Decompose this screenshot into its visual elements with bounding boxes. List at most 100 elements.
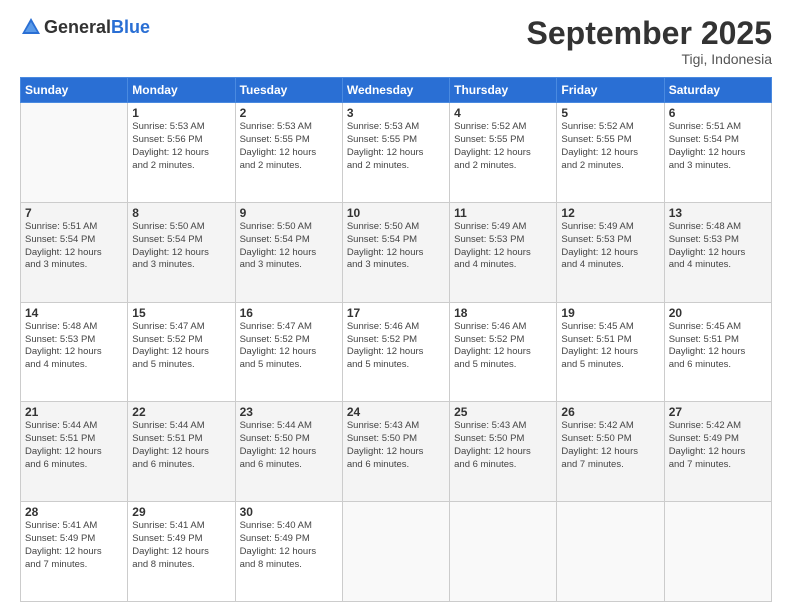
- day-number: 19: [561, 306, 659, 320]
- day-info: Sunrise: 5:44 AMSunset: 5:51 PMDaylight:…: [132, 420, 230, 471]
- table-row: 29Sunrise: 5:41 AMSunset: 5:49 PMDayligh…: [128, 502, 235, 602]
- col-saturday: Saturday: [664, 78, 771, 103]
- day-number: 25: [454, 405, 552, 419]
- table-row: 15Sunrise: 5:47 AMSunset: 5:52 PMDayligh…: [128, 302, 235, 402]
- day-info: Sunrise: 5:50 AMSunset: 5:54 PMDaylight:…: [240, 221, 338, 272]
- day-info: Sunrise: 5:41 AMSunset: 5:49 PMDaylight:…: [25, 520, 123, 571]
- day-info: Sunrise: 5:53 AMSunset: 5:55 PMDaylight:…: [347, 121, 445, 172]
- day-number: 6: [669, 106, 767, 120]
- day-info: Sunrise: 5:49 AMSunset: 5:53 PMDaylight:…: [454, 221, 552, 272]
- table-row: 8Sunrise: 5:50 AMSunset: 5:54 PMDaylight…: [128, 202, 235, 302]
- day-number: 18: [454, 306, 552, 320]
- day-number: 3: [347, 106, 445, 120]
- table-row: [664, 502, 771, 602]
- table-row: 7Sunrise: 5:51 AMSunset: 5:54 PMDaylight…: [21, 202, 128, 302]
- day-info: Sunrise: 5:45 AMSunset: 5:51 PMDaylight:…: [561, 321, 659, 372]
- location: Tigi, Indonesia: [527, 51, 772, 67]
- day-number: 22: [132, 405, 230, 419]
- day-info: Sunrise: 5:50 AMSunset: 5:54 PMDaylight:…: [347, 221, 445, 272]
- calendar-week-row: 14Sunrise: 5:48 AMSunset: 5:53 PMDayligh…: [21, 302, 772, 402]
- day-number: 13: [669, 206, 767, 220]
- day-info: Sunrise: 5:47 AMSunset: 5:52 PMDaylight:…: [240, 321, 338, 372]
- day-info: Sunrise: 5:43 AMSunset: 5:50 PMDaylight:…: [347, 420, 445, 471]
- day-info: Sunrise: 5:51 AMSunset: 5:54 PMDaylight:…: [669, 121, 767, 172]
- table-row: 12Sunrise: 5:49 AMSunset: 5:53 PMDayligh…: [557, 202, 664, 302]
- day-number: 14: [25, 306, 123, 320]
- table-row: 25Sunrise: 5:43 AMSunset: 5:50 PMDayligh…: [450, 402, 557, 502]
- calendar-week-row: 28Sunrise: 5:41 AMSunset: 5:49 PMDayligh…: [21, 502, 772, 602]
- day-number: 4: [454, 106, 552, 120]
- table-row: 11Sunrise: 5:49 AMSunset: 5:53 PMDayligh…: [450, 202, 557, 302]
- title-block: September 2025 Tigi, Indonesia: [527, 16, 772, 67]
- col-sunday: Sunday: [21, 78, 128, 103]
- day-number: 26: [561, 405, 659, 419]
- calendar-header-row: Sunday Monday Tuesday Wednesday Thursday…: [21, 78, 772, 103]
- table-row: [342, 502, 449, 602]
- table-row: 16Sunrise: 5:47 AMSunset: 5:52 PMDayligh…: [235, 302, 342, 402]
- table-row: 18Sunrise: 5:46 AMSunset: 5:52 PMDayligh…: [450, 302, 557, 402]
- table-row: 30Sunrise: 5:40 AMSunset: 5:49 PMDayligh…: [235, 502, 342, 602]
- day-number: 9: [240, 206, 338, 220]
- day-number: 12: [561, 206, 659, 220]
- calendar-table: Sunday Monday Tuesday Wednesday Thursday…: [20, 77, 772, 602]
- day-number: 28: [25, 505, 123, 519]
- day-info: Sunrise: 5:52 AMSunset: 5:55 PMDaylight:…: [454, 121, 552, 172]
- logo-icon: [20, 16, 42, 38]
- day-number: 7: [25, 206, 123, 220]
- day-number: 5: [561, 106, 659, 120]
- table-row: 24Sunrise: 5:43 AMSunset: 5:50 PMDayligh…: [342, 402, 449, 502]
- day-info: Sunrise: 5:42 AMSunset: 5:50 PMDaylight:…: [561, 420, 659, 471]
- day-number: 29: [132, 505, 230, 519]
- day-number: 1: [132, 106, 230, 120]
- day-number: 11: [454, 206, 552, 220]
- table-row: 4Sunrise: 5:52 AMSunset: 5:55 PMDaylight…: [450, 103, 557, 203]
- day-info: Sunrise: 5:50 AMSunset: 5:54 PMDaylight:…: [132, 221, 230, 272]
- day-number: 16: [240, 306, 338, 320]
- day-number: 27: [669, 405, 767, 419]
- day-info: Sunrise: 5:41 AMSunset: 5:49 PMDaylight:…: [132, 520, 230, 571]
- day-number: 30: [240, 505, 338, 519]
- logo: GeneralBlue: [20, 16, 150, 38]
- calendar-week-row: 1Sunrise: 5:53 AMSunset: 5:56 PMDaylight…: [21, 103, 772, 203]
- calendar-week-row: 21Sunrise: 5:44 AMSunset: 5:51 PMDayligh…: [21, 402, 772, 502]
- table-row: 13Sunrise: 5:48 AMSunset: 5:53 PMDayligh…: [664, 202, 771, 302]
- day-info: Sunrise: 5:40 AMSunset: 5:49 PMDaylight:…: [240, 520, 338, 571]
- col-thursday: Thursday: [450, 78, 557, 103]
- day-info: Sunrise: 5:46 AMSunset: 5:52 PMDaylight:…: [347, 321, 445, 372]
- day-number: 23: [240, 405, 338, 419]
- day-info: Sunrise: 5:45 AMSunset: 5:51 PMDaylight:…: [669, 321, 767, 372]
- table-row: 22Sunrise: 5:44 AMSunset: 5:51 PMDayligh…: [128, 402, 235, 502]
- day-info: Sunrise: 5:53 AMSunset: 5:56 PMDaylight:…: [132, 121, 230, 172]
- table-row: [557, 502, 664, 602]
- table-row: [450, 502, 557, 602]
- day-info: Sunrise: 5:46 AMSunset: 5:52 PMDaylight:…: [454, 321, 552, 372]
- day-number: 15: [132, 306, 230, 320]
- day-info: Sunrise: 5:44 AMSunset: 5:50 PMDaylight:…: [240, 420, 338, 471]
- day-info: Sunrise: 5:52 AMSunset: 5:55 PMDaylight:…: [561, 121, 659, 172]
- table-row: 1Sunrise: 5:53 AMSunset: 5:56 PMDaylight…: [128, 103, 235, 203]
- calendar-week-row: 7Sunrise: 5:51 AMSunset: 5:54 PMDaylight…: [21, 202, 772, 302]
- day-info: Sunrise: 5:44 AMSunset: 5:51 PMDaylight:…: [25, 420, 123, 471]
- table-row: 2Sunrise: 5:53 AMSunset: 5:55 PMDaylight…: [235, 103, 342, 203]
- table-row: 5Sunrise: 5:52 AMSunset: 5:55 PMDaylight…: [557, 103, 664, 203]
- table-row: 19Sunrise: 5:45 AMSunset: 5:51 PMDayligh…: [557, 302, 664, 402]
- day-info: Sunrise: 5:49 AMSunset: 5:53 PMDaylight:…: [561, 221, 659, 272]
- table-row: 14Sunrise: 5:48 AMSunset: 5:53 PMDayligh…: [21, 302, 128, 402]
- day-info: Sunrise: 5:48 AMSunset: 5:53 PMDaylight:…: [25, 321, 123, 372]
- col-monday: Monday: [128, 78, 235, 103]
- day-info: Sunrise: 5:42 AMSunset: 5:49 PMDaylight:…: [669, 420, 767, 471]
- day-number: 20: [669, 306, 767, 320]
- col-wednesday: Wednesday: [342, 78, 449, 103]
- day-info: Sunrise: 5:47 AMSunset: 5:52 PMDaylight:…: [132, 321, 230, 372]
- day-info: Sunrise: 5:48 AMSunset: 5:53 PMDaylight:…: [669, 221, 767, 272]
- table-row: 27Sunrise: 5:42 AMSunset: 5:49 PMDayligh…: [664, 402, 771, 502]
- day-info: Sunrise: 5:43 AMSunset: 5:50 PMDaylight:…: [454, 420, 552, 471]
- table-row: 10Sunrise: 5:50 AMSunset: 5:54 PMDayligh…: [342, 202, 449, 302]
- month-title: September 2025: [527, 16, 772, 51]
- logo-text: GeneralBlue: [44, 17, 150, 38]
- day-number: 21: [25, 405, 123, 419]
- table-row: 6Sunrise: 5:51 AMSunset: 5:54 PMDaylight…: [664, 103, 771, 203]
- table-row: 9Sunrise: 5:50 AMSunset: 5:54 PMDaylight…: [235, 202, 342, 302]
- table-row: 21Sunrise: 5:44 AMSunset: 5:51 PMDayligh…: [21, 402, 128, 502]
- day-number: 10: [347, 206, 445, 220]
